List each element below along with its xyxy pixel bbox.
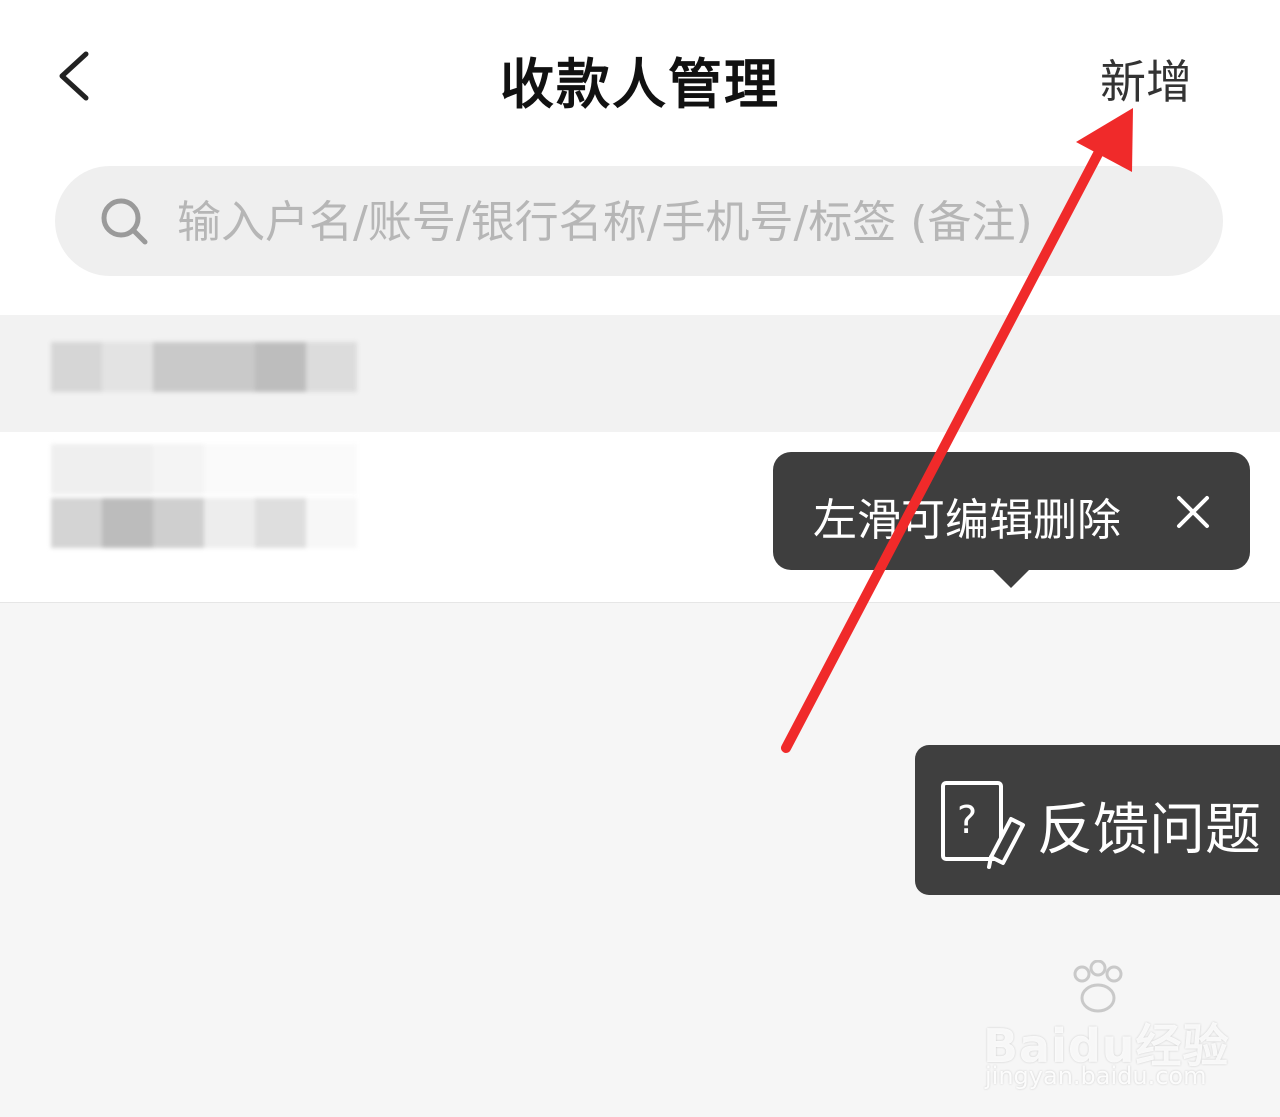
swipe-hint-tooltip: 左滑可编辑删除 xyxy=(773,452,1250,588)
group-header xyxy=(0,315,1280,432)
feedback-label: 反馈问题 xyxy=(1037,798,1261,863)
watermark-url: jingyan.baidu.com xyxy=(985,1062,1207,1090)
group-title-blurred xyxy=(51,342,357,392)
header-bar: 收款人管理 新增 xyxy=(0,0,1280,150)
svg-text:?: ? xyxy=(957,798,977,842)
question-edit-icon: ? xyxy=(941,781,1025,869)
search-bar[interactable] xyxy=(55,166,1223,276)
add-payee-button[interactable]: 新增 xyxy=(1100,46,1192,112)
payee-account-blurred xyxy=(51,498,357,548)
search-icon xyxy=(101,198,148,245)
tooltip-text: 左滑可编辑删除 xyxy=(813,495,1121,546)
back-button[interactable] xyxy=(40,38,120,118)
chevron-left-icon xyxy=(59,51,89,101)
payee-name-blurred xyxy=(51,444,357,494)
page-title: 收款人管理 xyxy=(500,53,780,116)
search-section xyxy=(0,150,1280,315)
close-icon[interactable] xyxy=(1173,492,1213,532)
tooltip-pointer xyxy=(993,570,1029,588)
feedback-button[interactable]: ? 反馈问题 xyxy=(915,745,1280,895)
search-input[interactable] xyxy=(175,186,1199,258)
paw-logo-icon xyxy=(1073,960,1123,1013)
